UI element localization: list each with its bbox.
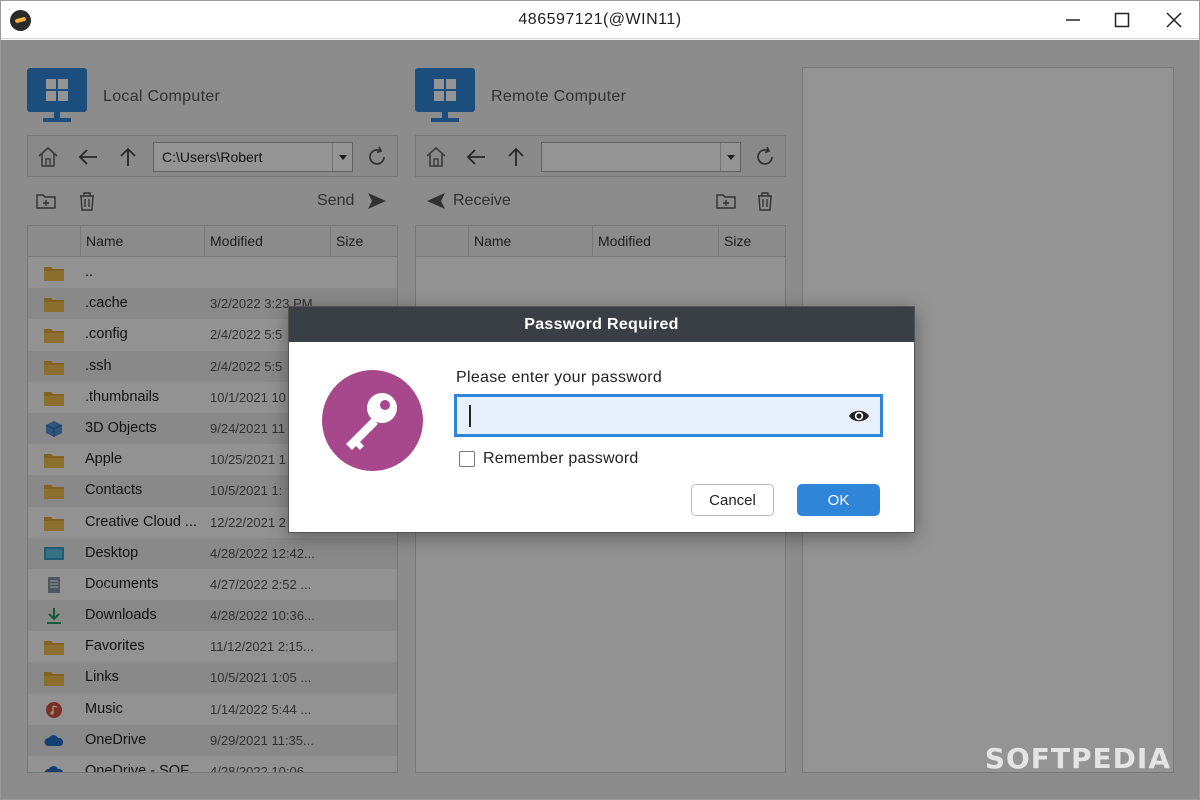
remember-label[interactable]: Remember password	[483, 450, 638, 468]
password-input[interactable]	[467, 403, 837, 429]
remember-checkbox[interactable]	[459, 451, 475, 467]
title-bar: 486597121(@WIN11)	[1, 1, 1199, 39]
minimize-button[interactable]	[1055, 5, 1091, 35]
window-title: 486597121(@WIN11)	[518, 11, 682, 28]
minimize-icon	[1066, 19, 1080, 21]
ok-button[interactable]: OK	[797, 484, 880, 516]
key-icon	[346, 393, 397, 450]
eye-icon[interactable]	[848, 407, 870, 425]
text-caret	[469, 405, 471, 427]
close-icon	[1166, 12, 1182, 28]
remember-password-option[interactable]: Remember password	[459, 449, 638, 469]
password-dialog: Password Required Please enter your pass…	[288, 306, 915, 533]
app-window: 486597121(@WIN11) Local Computer C:\User…	[0, 0, 1200, 800]
cancel-button[interactable]: Cancel	[691, 484, 774, 516]
softpedia-watermark: SOFTPEDIA	[984, 742, 1171, 775]
maximize-icon	[1114, 12, 1130, 28]
key-badge	[322, 370, 423, 471]
password-field[interactable]	[454, 394, 883, 437]
maximize-button[interactable]	[1104, 5, 1140, 35]
password-prompt: Please enter your password	[456, 369, 663, 386]
dialog-title: Password Required	[289, 307, 914, 342]
close-button[interactable]	[1156, 5, 1192, 35]
